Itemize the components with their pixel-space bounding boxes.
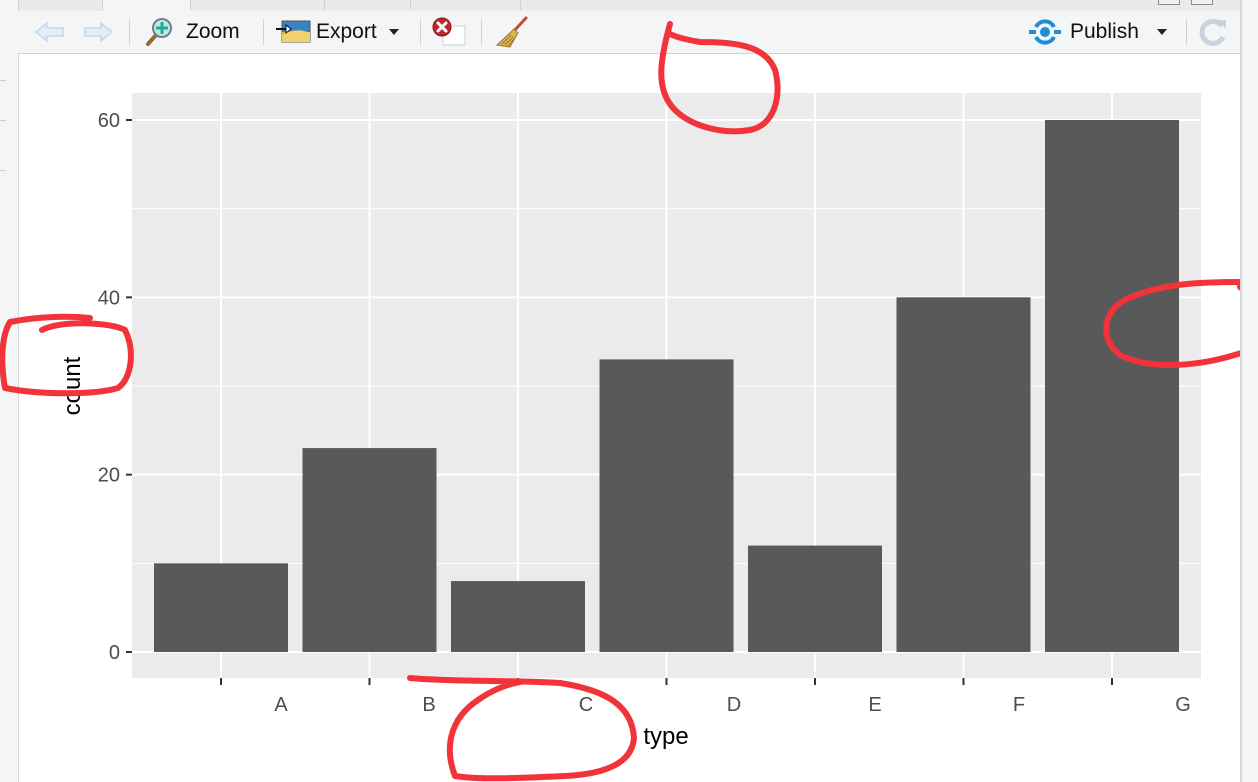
y-tick-label: 0: [109, 642, 120, 664]
bar-E: [748, 545, 882, 652]
y-axis-title: count: [59, 356, 86, 415]
x-axis-ticks: A B C D E F G: [220, 678, 1191, 716]
x-tick-label: D: [727, 694, 741, 716]
bar-G: [1045, 120, 1179, 652]
x-tick-label: F: [1013, 694, 1025, 716]
x-tick-label: G: [1175, 694, 1191, 716]
bar-F: [896, 297, 1031, 652]
x-tick-label: B: [422, 694, 435, 716]
y-tick-label: 60: [98, 110, 120, 132]
annotation-circle-bottom: [407, 675, 637, 782]
x-axis-title: type: [643, 723, 688, 750]
y-tick-label: 40: [98, 287, 120, 309]
bar-B: [302, 448, 437, 652]
right-pane-edge: [1240, 0, 1258, 782]
x-tick-label: E: [868, 694, 881, 716]
bar-A: [154, 563, 288, 652]
bar-D: [599, 359, 734, 652]
bar-C: [451, 581, 585, 652]
x-tick-label: A: [274, 694, 288, 716]
x-tick-label: C: [579, 694, 593, 716]
y-tick-label: 20: [98, 465, 120, 487]
bar-chart: 0 20 40 60 A B C D E F G type count: [0, 21, 1240, 782]
